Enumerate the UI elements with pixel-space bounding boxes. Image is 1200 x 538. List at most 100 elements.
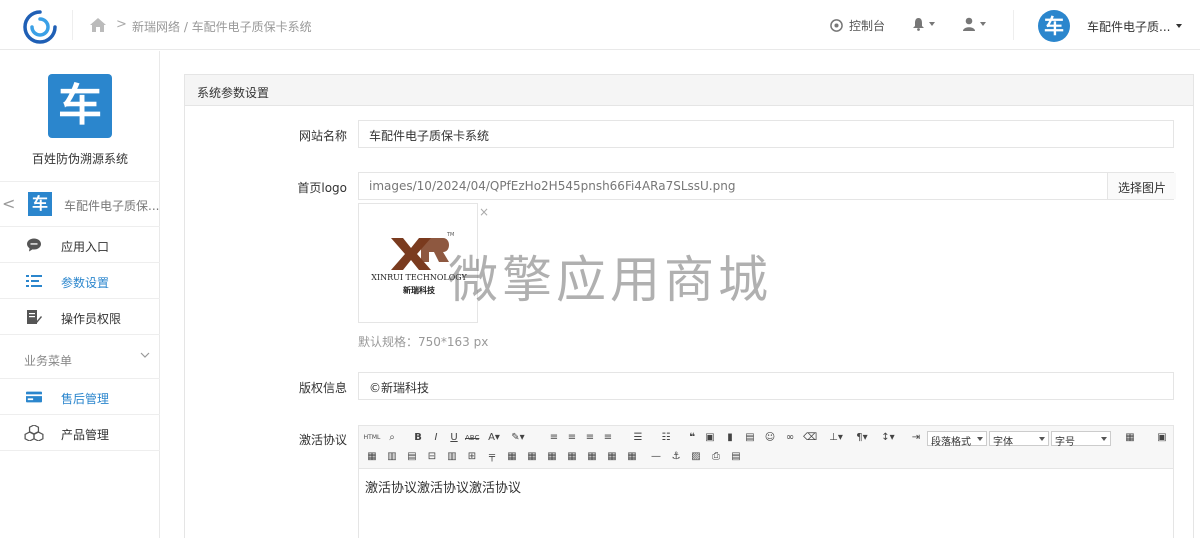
sidebar-item-label: 应用入口 — [61, 240, 110, 254]
font-size-select[interactable]: 字号 — [1051, 431, 1111, 448]
cell-props-icon[interactable]: ▦ — [605, 451, 619, 463]
print-icon[interactable]: ⎙ — [709, 451, 723, 463]
select-value: 段落格式 — [931, 437, 971, 448]
app-switcher[interactable]: < 车 车配件电子质保... — [0, 181, 160, 227]
edit-icon — [27, 310, 42, 324]
image-insert-icon[interactable]: ▨ — [689, 451, 703, 463]
avatar[interactable]: 车 — [1038, 10, 1070, 42]
breadcrumb[interactable]: 新瑞网络 / 车配件电子质保卡系统 — [132, 18, 312, 35]
split-cells-icon[interactable]: ▦ — [545, 451, 559, 463]
user-dropdown[interactable] — [962, 17, 986, 31]
col-insert-icon[interactable]: ▥ — [445, 451, 459, 463]
split-rows-icon[interactable]: ▦ — [565, 451, 579, 463]
sidebar-group-label: 业务菜单 — [24, 354, 73, 368]
paragraph-icon[interactable]: ¶▾ — [855, 432, 869, 444]
sidebar-item-label: 操作员权限 — [61, 312, 122, 326]
fullscreen-icon[interactable]: ▣ — [1155, 432, 1169, 444]
list-icon — [26, 275, 42, 287]
col-delete-icon[interactable]: ⊞ — [465, 451, 479, 463]
font-family-select[interactable]: 字体 — [989, 431, 1049, 448]
app-logo: 车 — [28, 192, 52, 216]
html-source-button[interactable]: HTML — [363, 432, 381, 444]
logo-tm: TM — [446, 232, 454, 238]
app-name: 车配件电子质保... — [64, 199, 160, 213]
home-icon[interactable] — [89, 17, 107, 33]
align-center-icon[interactable]: ≡ — [565, 432, 579, 444]
row-delete-icon[interactable]: ⊟ — [425, 451, 439, 463]
merge-right-icon[interactable]: ▦ — [505, 451, 519, 463]
highlight-icon[interactable]: ✎▾ — [511, 432, 525, 444]
eraser-icon[interactable]: ⌫ — [803, 432, 817, 444]
site-name-input[interactable]: 车配件电子质保卡系统 — [358, 120, 1174, 148]
split-cols-icon[interactable]: ▦ — [585, 451, 599, 463]
ordered-list-icon[interactable]: ☰ — [631, 432, 645, 444]
emoji-icon[interactable]: ☺ — [763, 432, 777, 444]
sidebar-item-app-entry[interactable]: 应用入口 — [0, 227, 160, 263]
sidebar-item-params[interactable]: 参数设置 — [0, 263, 160, 299]
copyright-input[interactable]: ©新瑞科技 — [358, 372, 1174, 400]
choose-image-button[interactable]: 选择图片 — [1107, 173, 1177, 199]
user-icon — [963, 17, 975, 31]
align-right-icon[interactable]: ≡ — [583, 432, 597, 444]
bold-icon[interactable]: B — [411, 432, 425, 444]
image-icon[interactable]: ▣ — [703, 432, 717, 444]
app-logo-icon[interactable] — [22, 9, 58, 45]
chevron-down-icon — [140, 352, 150, 358]
watermark: 微擎应用商城 — [448, 251, 772, 309]
sidebar-item-after-sales[interactable]: 售后管理 — [0, 379, 160, 415]
merge-icon[interactable]: ╤ — [485, 451, 499, 463]
logo-path-input[interactable]: images/10/2024/04/QPfEzHo2H545pnsh66Fi4A… — [358, 172, 1174, 200]
row-insert-icon[interactable]: ▤ — [405, 451, 419, 463]
select-value: 字体 — [993, 437, 1013, 448]
align-left-icon[interactable]: ≡ — [547, 432, 561, 444]
close-icon[interactable]: × — [479, 205, 489, 219]
chevron-down-icon — [929, 22, 935, 26]
sidebar-item-products[interactable]: 产品管理 — [0, 415, 160, 451]
zoom-icon[interactable]: ⌕ — [385, 432, 399, 444]
account-name[interactable]: 车配件电子质... — [1087, 18, 1170, 35]
underline-icon[interactable]: U — [447, 432, 461, 444]
picture-icon[interactable]: ▤ — [743, 432, 757, 444]
sidebar-item-label: 售后管理 — [61, 392, 110, 406]
chevron-down-icon — [1039, 437, 1045, 441]
protocol-label: 激活协议 — [298, 433, 347, 447]
copyright-label: 版权信息 — [298, 381, 347, 395]
chevron-down-icon[interactable] — [1176, 24, 1182, 28]
breadcrumb-arrow: > — [116, 17, 127, 32]
panel-title: 系统参数设置 — [185, 75, 1193, 106]
italic-icon[interactable]: I — [429, 432, 443, 444]
table-props-icon[interactable]: ▦ — [625, 451, 639, 463]
unordered-list-icon[interactable]: ☷ — [659, 432, 673, 444]
file-icon[interactable]: ▮ — [723, 432, 737, 444]
notifications-dropdown[interactable] — [912, 17, 935, 31]
chevron-down-icon — [980, 22, 986, 26]
table-insert-icon[interactable]: ▦ — [365, 451, 379, 463]
anchor-icon[interactable]: ⚓ — [669, 451, 683, 463]
strikethrough-icon[interactable]: ABC — [465, 432, 479, 444]
quote-icon[interactable]: ❝ — [685, 432, 699, 444]
console-link[interactable]: 控制台 — [830, 17, 885, 34]
horizontal-rule-icon[interactable]: — — [649, 451, 663, 463]
font-color-icon[interactable]: A▾ — [487, 432, 501, 444]
rich-text-editor[interactable]: HTML ⌕ B I U ABC A▾ ✎▾ ≡ ≡ ≡ ≡ ☰ ☷ ❝ ▣ ▮… — [358, 425, 1174, 538]
link-icon[interactable]: ∞ — [783, 432, 797, 444]
sidebar: 车 百姓防伪溯源系统 < 车 车配件电子质保... 应用入口 参数设置 操作员权… — [0, 51, 160, 538]
table-delete-icon[interactable]: ▥ — [385, 451, 399, 463]
table-icon[interactable]: ▦ — [1123, 432, 1137, 444]
text-align-icon[interactable]: ⊥▾ — [829, 432, 843, 444]
line-height-icon[interactable]: ↕▾ — [881, 432, 895, 444]
site-name-label: 网站名称 — [298, 129, 347, 143]
align-justify-icon[interactable]: ≡ — [601, 432, 615, 444]
indent-icon[interactable]: ⇥ — [909, 432, 923, 444]
sidebar-item-operators[interactable]: 操作员权限 — [0, 299, 160, 335]
sidebar-item-label: 参数设置 — [61, 276, 110, 290]
sidebar-group-business[interactable]: 业务菜单 — [0, 338, 160, 379]
divider — [1013, 10, 1014, 40]
chevron-left-icon[interactable]: < — [2, 194, 15, 213]
editor-content[interactable]: 激活协议激活协议激活协议 — [359, 469, 1173, 504]
dashboard-icon — [830, 19, 843, 32]
paragraph-format-select[interactable]: 段落格式 — [927, 431, 987, 448]
brand-name: 百姓防伪溯源系统 — [31, 152, 128, 166]
merge-down-icon[interactable]: ▦ — [525, 451, 539, 463]
preview-icon[interactable]: ▤ — [729, 451, 743, 463]
